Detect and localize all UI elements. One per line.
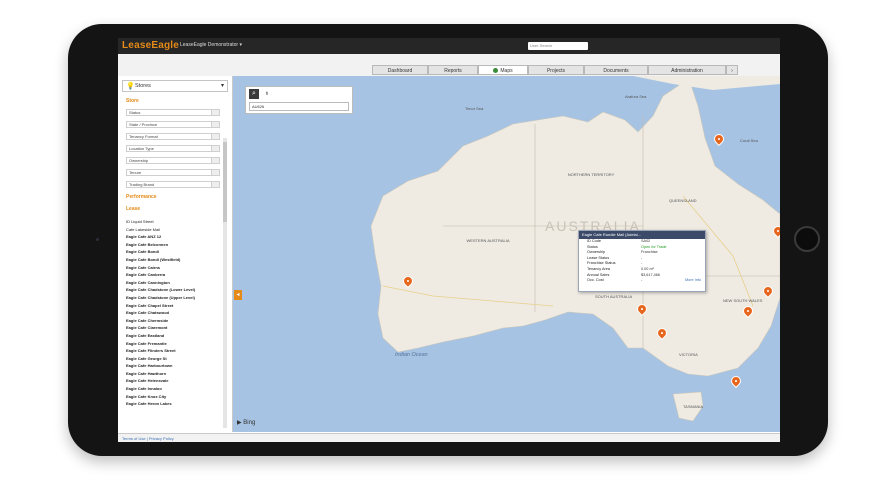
store-list-item[interactable]: Eagle Cafe Fremantle <box>126 340 222 348</box>
store-list-item[interactable]: Eagle Cafe Canberra <box>126 271 222 279</box>
store-list-item[interactable]: Eagle Cafe Helensvale <box>126 377 222 385</box>
dropdown-icon <box>211 146 219 151</box>
store-list-item[interactable]: Eagle Cafe Harbourtown <box>126 362 222 370</box>
map-label: QUEENSLAND <box>669 198 697 203</box>
store-list-item[interactable]: Eagle Cafe Chermside <box>126 317 222 325</box>
tab-dashboard[interactable]: Dashboard <box>372 65 428 75</box>
filter-ownership-label: Ownership <box>129 158 149 163</box>
tab-reports[interactable]: Reports <box>428 65 478 75</box>
bing-attribution: ▶ Bing <box>237 420 256 426</box>
store-list-item[interactable]: Eagle Cafe Bondi <box>126 248 222 256</box>
search-icon[interactable]: ⌕ <box>249 89 259 99</box>
dropdown-icon <box>211 182 219 187</box>
popup-title[interactable]: Eagle Cafe Rundle Mall (Adelai... <box>579 231 705 239</box>
tab-administration[interactable]: Administration <box>648 65 726 75</box>
dropdown-icon <box>211 122 219 127</box>
lightbulb-icon[interactable]: ♁ <box>262 89 272 99</box>
store-list-item[interactable]: Eagle Cafe Claremont <box>126 324 222 332</box>
store-list-item[interactable]: Eagle Cafe Chatswood <box>126 309 222 317</box>
chevron-down-icon: ▾ <box>220 83 224 89</box>
map-label: TASMANIA <box>683 404 704 409</box>
section-lease[interactable]: Lease <box>126 206 140 212</box>
home-button[interactable] <box>794 226 820 252</box>
section-store[interactable]: Store <box>126 98 139 104</box>
filter-state-label: State / Province <box>129 122 158 127</box>
store-list-item[interactable]: Eagle Cafe Flinders Street <box>126 347 222 355</box>
map-label: NEW SOUTH WALES <box>723 298 763 303</box>
map-search-input[interactable]: AU626 <box>249 102 349 111</box>
dropdown-icon <box>211 134 219 139</box>
filter-tenancy-label: Tenancy Format <box>129 134 158 139</box>
map-search-box: ⌕ ♁ AU626 <box>245 86 353 114</box>
map-label: Arafura Sea <box>625 94 647 99</box>
scrollbar-thumb[interactable] <box>223 142 227 222</box>
store-list-item[interactable]: Eagle Cafe Bondi (Westfield) <box>126 256 222 264</box>
dropdown-icon <box>211 170 219 175</box>
list-scrollbar[interactable] <box>223 138 227 428</box>
lightbulb-icon: 💡 <box>126 83 135 90</box>
new-guinea <box>633 76 780 90</box>
filter-status[interactable]: Status <box>126 109 220 116</box>
tab-maps[interactable]: Maps <box>478 65 528 75</box>
map-label: Timor Sea <box>465 106 484 111</box>
filter-brand-label: Trading Brand <box>129 182 155 187</box>
footer-links[interactable]: Terms of Use | Privacy Policy <box>118 433 780 442</box>
map-label: SOUTH AUSTRALIA <box>595 294 633 299</box>
org-selector[interactable]: LeaseEagle Demonstrator ▾ <box>180 42 242 48</box>
filter-status-label: Status <box>129 110 141 115</box>
user-search-input[interactable]: User Search <box>528 42 588 50</box>
filter-panel: 💡 Stores ▾ Store Status State / Province… <box>118 76 233 432</box>
filter-tenure[interactable]: Tenure <box>126 169 220 176</box>
store-list-item[interactable]: Eagle Cafe Cairns <box>126 264 222 272</box>
filter-tenancy-format[interactable]: Tenancy Format <box>126 133 220 140</box>
filter-tenure-label: Tenure <box>129 170 142 175</box>
map-label: VICTORIA <box>679 352 698 357</box>
store-list: ID Liquid Street Cafe Lakeside Mall Eagl… <box>126 218 222 408</box>
app-logo[interactable]: LeaseEagle <box>122 40 179 51</box>
filter-trading-brand[interactable]: Trading Brand <box>126 181 220 188</box>
filter-location-label: Location Type <box>129 146 154 151</box>
store-list-item[interactable]: Eagle Cafe George St <box>126 355 222 363</box>
map-view[interactable]: ⌕ ♁ AU626 AUSTRALIA Indian Ocean Timor S… <box>233 76 780 432</box>
app-screen: LeaseEagle LeaseEagle Demonstrator ▾ Use… <box>118 38 780 442</box>
store-list-item[interactable]: Eagle Cafe Hawthorn <box>126 370 222 378</box>
store-list-item[interactable]: Eagle Cafe Heron Lakes <box>126 400 222 408</box>
filter-location-type[interactable]: Location Type <box>126 145 220 152</box>
collapse-panel-button[interactable]: ◂ <box>234 290 242 300</box>
store-list-item[interactable]: Eagle Cafe Eastland <box>126 332 222 340</box>
store-list-item[interactable]: Eagle Cafe Chapel Street <box>126 302 222 310</box>
tabs-more-arrow[interactable]: › <box>726 65 738 75</box>
store-list-item[interactable]: Eagle Cafe Cannington <box>126 279 222 287</box>
section-performance[interactable]: Performance <box>126 194 157 200</box>
map-label: Coral Sea <box>740 138 758 143</box>
tab-projects[interactable]: Projects <box>528 65 584 75</box>
tab-documents[interactable]: Documents <box>584 65 648 75</box>
store-list-item[interactable]: ID Liquid Street <box>126 218 222 226</box>
layer-selector-label: Stores <box>135 83 151 89</box>
map-label: WESTERN AUSTRALIA <box>466 238 510 243</box>
store-list-item[interactable]: Eagle Cafe Chadstone (Upper Level) <box>126 294 222 302</box>
store-list-item[interactable]: Eagle Cafe Innaloo <box>126 385 222 393</box>
filter-state[interactable]: State / Province <box>126 121 220 128</box>
map-label: NORTHERN TERRITORY <box>567 172 615 177</box>
filter-ownership[interactable]: Ownership <box>126 157 220 164</box>
top-bar: LeaseEagle LeaseEagle Demonstrator ▾ Use… <box>118 38 780 54</box>
layer-selector[interactable]: 💡 Stores ▾ <box>122 80 228 92</box>
store-list-item[interactable]: Eagle Cafe Belconnen <box>126 241 222 249</box>
popup-row: Occ. Cost - More Info <box>587 278 701 284</box>
more-info-link[interactable]: More Info <box>685 278 701 284</box>
ocean-label: Indian Ocean <box>395 352 428 358</box>
store-list-item[interactable]: Cafe Lakeside Mall <box>126 226 222 234</box>
store-list-item[interactable]: Eagle Cafe Knox City <box>126 393 222 401</box>
store-info-popup: Eagle Cafe Rundle Mall (Adelai... ID Cod… <box>578 230 706 292</box>
camera <box>96 238 99 241</box>
tab-bar: Dashboard Reports Maps Projects Document… <box>118 54 780 77</box>
dropdown-icon <box>211 110 219 115</box>
store-list-item[interactable]: Eagle Cafe ANZ 12 <box>126 233 222 241</box>
tab-maps-label: Maps <box>500 68 513 74</box>
globe-icon <box>493 68 499 74</box>
dropdown-icon <box>211 158 219 163</box>
store-list-item[interactable]: Eagle Cafe Chadstone (Lower Level) <box>126 286 222 294</box>
